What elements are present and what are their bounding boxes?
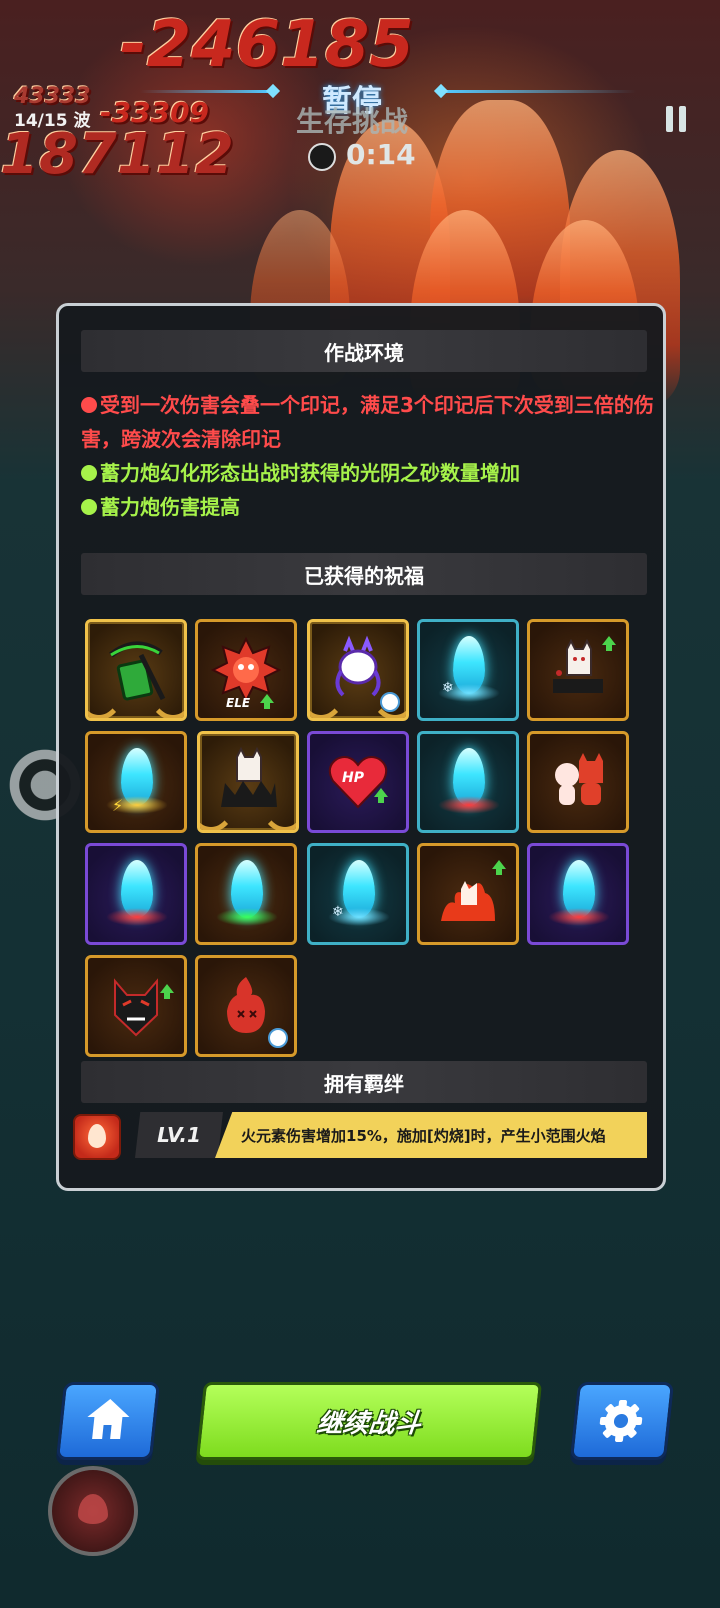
- bullet-dot: [81, 397, 97, 413]
- bullet-dot: [81, 465, 97, 481]
- upgrade-arrow-icon: [260, 694, 274, 709]
- comet-glow: [106, 908, 168, 926]
- blessing-tile[interactable]: HP: [307, 731, 409, 833]
- bond-row[interactable]: LV.1 火元素伤害增加15%，施加[灼烧]时，产生小范围火焰: [73, 1112, 647, 1160]
- damage-number: -33309: [100, 96, 210, 129]
- lotus-skill-button[interactable]: [48, 1466, 138, 1556]
- upgrade-arrow-icon: [374, 788, 388, 803]
- pause-icon: [666, 106, 673, 132]
- fire-bond-icon: [73, 1114, 121, 1160]
- snowflake-icon: ❄: [442, 680, 454, 696]
- environment-header: 作战环境: [81, 330, 647, 372]
- duo-friends-icon: [530, 734, 626, 830]
- damage-number: 187112: [0, 122, 234, 187]
- blessing-tile[interactable]: [527, 731, 629, 833]
- environment-line: 蓄力炮伤害提高: [81, 490, 656, 524]
- settings-button[interactable]: [569, 1382, 675, 1460]
- blessing-tile[interactable]: [417, 731, 519, 833]
- comet-glow: [438, 796, 500, 814]
- pause-icon: [679, 106, 686, 132]
- upgrade-arrow-icon: [160, 984, 174, 999]
- fox-mask-icon: [88, 958, 184, 1054]
- pause-panel: 作战环境 受到一次伤害会叠一个印记，满足3个印记后下次受到三倍的伤害，跨波次会清…: [56, 303, 666, 1191]
- environment-line: 受到一次伤害会叠一个印记，满足3个印记后下次受到三倍的伤害，跨波次会清除印记: [81, 388, 656, 456]
- blessing-tile[interactable]: [417, 843, 519, 945]
- blessing-tile[interactable]: [195, 955, 297, 1057]
- environment-text: 蓄力炮伤害提高: [100, 495, 240, 519]
- blessing-tile[interactable]: ❄: [307, 843, 409, 945]
- mode-title: 生存挑战: [296, 105, 409, 138]
- blessing-tile[interactable]: ❄: [417, 619, 519, 721]
- home-button[interactable]: [55, 1382, 161, 1460]
- divider-diamond: [265, 83, 281, 99]
- environment-text: 受到一次伤害会叠一个印记，满足3个印记后下次受到三倍的伤害，跨波次会清除印记: [81, 393, 654, 451]
- blessing-grid: ELE ❄ ⚡ HP ❄: [81, 619, 647, 1069]
- bond-level: LV.1: [135, 1112, 223, 1158]
- divider-diamond: [433, 83, 449, 99]
- continue-battle-button[interactable]: 继续战斗: [195, 1382, 543, 1460]
- ele-label: ELE: [226, 696, 251, 710]
- blessing-tile[interactable]: [307, 619, 409, 721]
- damage-number: -246185: [120, 8, 414, 82]
- comet-glow: [216, 908, 278, 926]
- clock-badge-icon: [268, 1028, 288, 1048]
- blessing-tile[interactable]: ⚡: [85, 731, 187, 833]
- blessings-header: 已获得的祝福: [81, 553, 647, 595]
- blessing-tile[interactable]: [85, 843, 187, 945]
- blessing-tile[interactable]: [197, 731, 299, 833]
- blessing-tile[interactable]: [195, 843, 297, 945]
- comet-glow: [548, 908, 610, 926]
- bond-description: 火元素伤害增加15%，施加[灼烧]时，产生小范围火焰: [215, 1112, 647, 1158]
- gear-icon: [598, 1400, 644, 1442]
- blessing-tile[interactable]: [85, 619, 187, 721]
- hp-label: HP: [342, 770, 364, 786]
- upgrade-arrow-icon: [602, 636, 616, 651]
- environment-text: 蓄力炮幻化形态出战时获得的光阴之砂数量增加: [100, 461, 520, 485]
- blessing-tile[interactable]: [527, 843, 629, 945]
- blessing-tile[interactable]: ELE: [195, 619, 297, 721]
- bullet-dot: [81, 499, 97, 515]
- environment-line: 蓄力炮幻化形态出战时获得的光阴之砂数量增加: [81, 456, 656, 490]
- title-divider-right: [446, 90, 636, 93]
- bonds-header: 拥有羁绊: [81, 1061, 647, 1103]
- upgrade-arrow-icon: [492, 860, 506, 875]
- timer-icon: [308, 143, 336, 171]
- timer-value: 0:14: [346, 138, 416, 171]
- blessing-tile[interactable]: [85, 955, 187, 1057]
- lightning-icon: ⚡: [112, 796, 124, 815]
- wave-counter: 14/15 波: [14, 111, 91, 131]
- home-icon: [85, 1399, 132, 1439]
- pause-button[interactable]: [666, 106, 688, 132]
- title-divider-left: [140, 90, 270, 93]
- snowflake-icon: ❄: [332, 904, 344, 920]
- blessing-tile[interactable]: [527, 619, 629, 721]
